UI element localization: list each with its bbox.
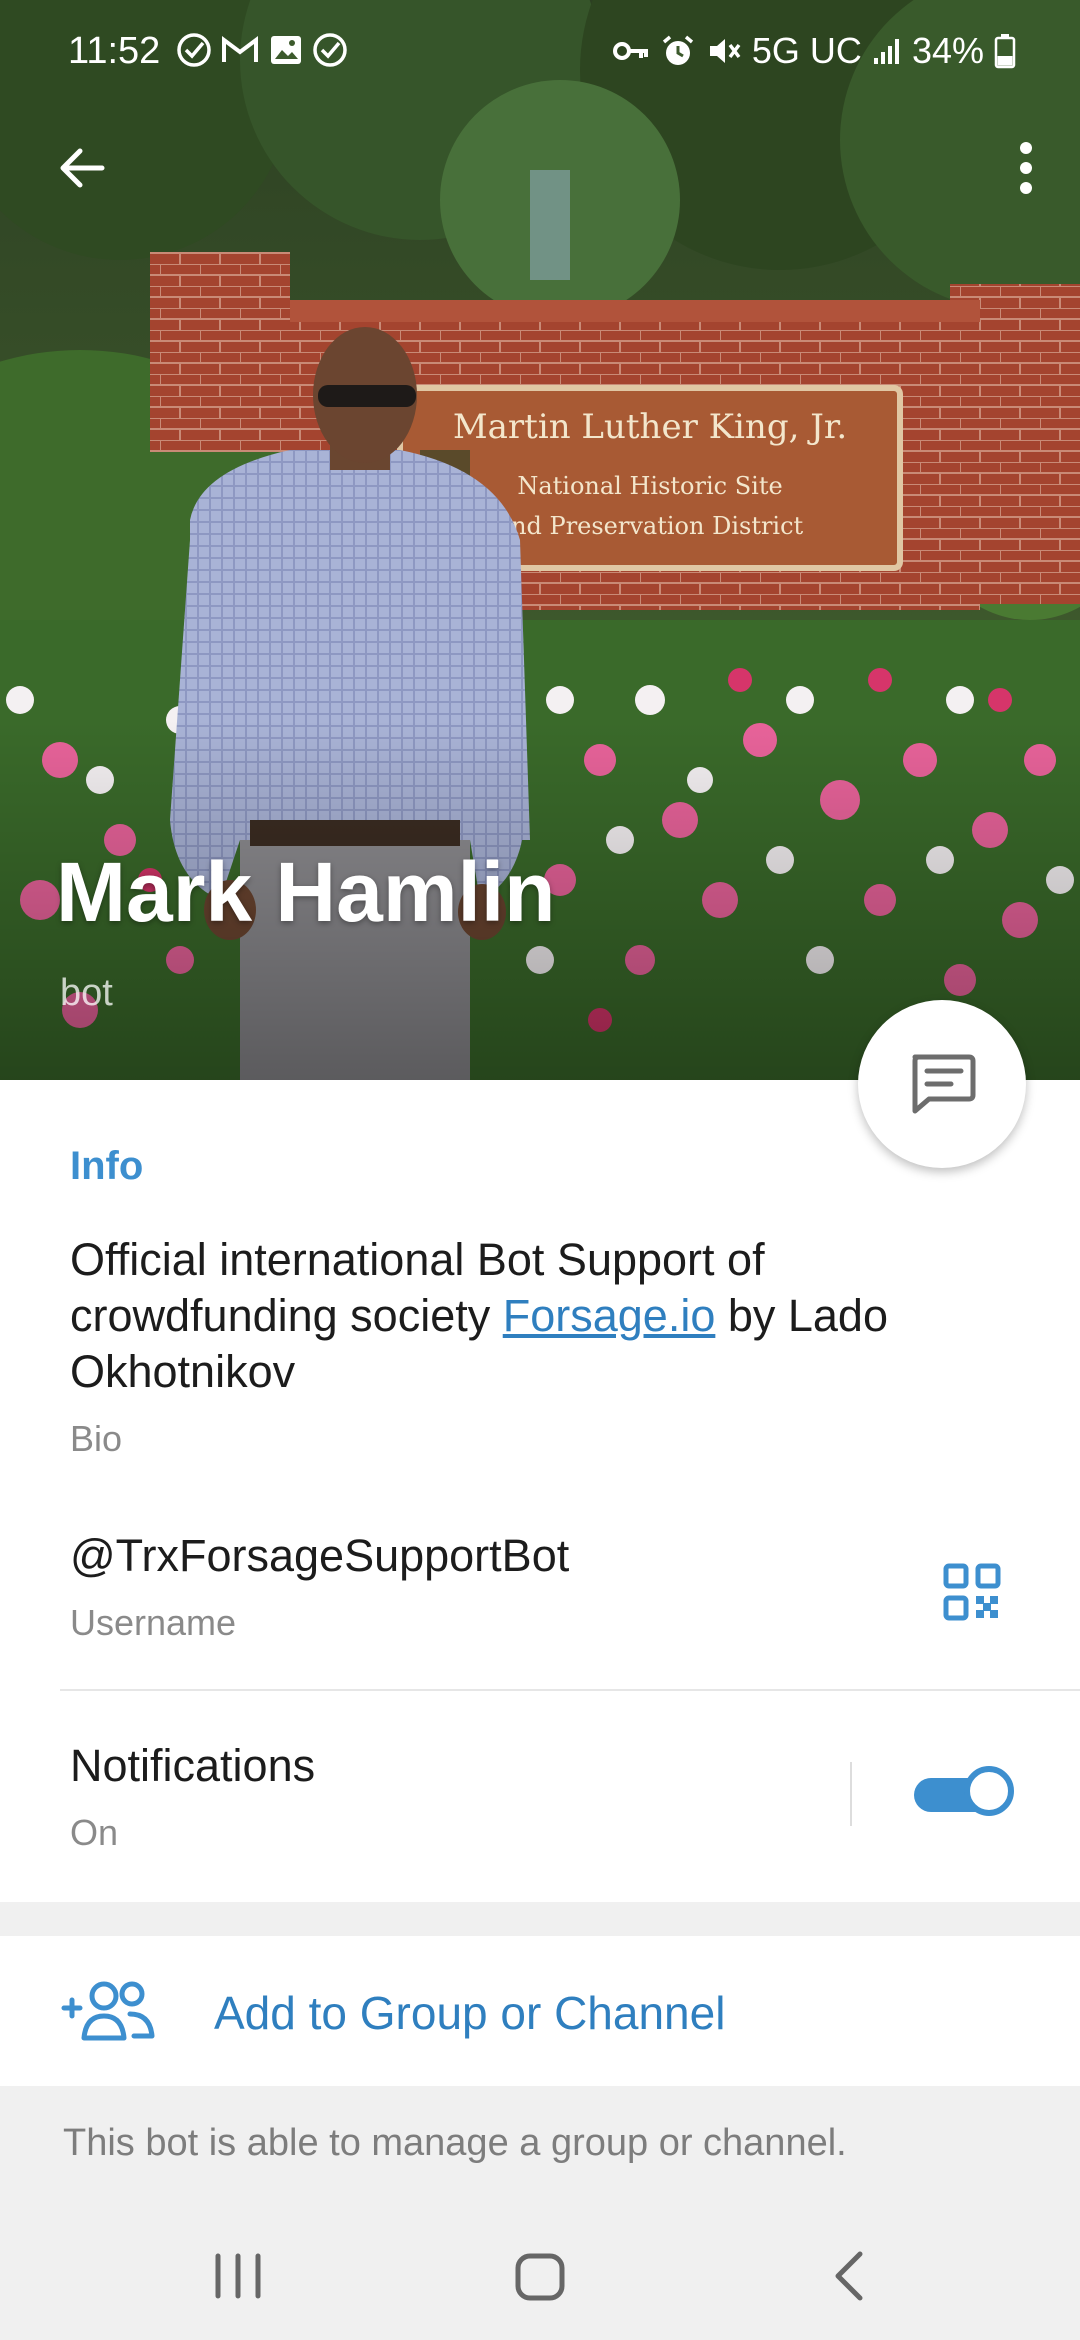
bio-text[interactable]: Official international Bot Support of cr… (70, 1232, 1030, 1400)
add-to-group-row[interactable]: Add to Group or Channel (0, 1936, 1080, 2086)
username-value[interactable]: @TrxForsageSupportBot (70, 1530, 569, 1582)
status-time: 11:52 (68, 30, 161, 72)
system-status: 5G UC 34% (612, 30, 1016, 72)
mute-icon (706, 33, 742, 69)
add-to-group-label: Add to Group or Channel (214, 1987, 726, 2039)
signal-icon (872, 36, 902, 66)
nav-recents-button[interactable] (210, 2246, 266, 2306)
alarm-icon (660, 33, 696, 69)
bio-caption: Bio (70, 1418, 123, 1459)
back-icon (835, 2251, 863, 2301)
vertical-divider (850, 1762, 852, 1826)
sign-line-2: National Historic Site (517, 472, 782, 500)
info-section-title: Info (70, 1144, 144, 1188)
bot-capability-note: This bot is able to manage a group or ch… (63, 2122, 847, 2164)
network-type: 5G UC (751, 30, 862, 71)
image-icon (268, 32, 304, 68)
gmail-icon (220, 32, 260, 68)
notifications-status: On (70, 1812, 119, 1853)
notifications-toggle[interactable] (914, 1764, 1018, 1824)
nav-home-button[interactable] (512, 2246, 568, 2306)
bio-link[interactable]: Forsage.io (503, 1290, 716, 1341)
profile-name: Mark Hamlin (56, 845, 556, 939)
sign-line-1: Martin Luther King, Jr. (453, 407, 847, 447)
username-caption: Username (70, 1602, 237, 1643)
home-icon (515, 2253, 565, 2301)
nav-back-button[interactable] (822, 2246, 878, 2306)
battery-icon (994, 33, 1016, 69)
sign-line-3: and Preservation District (497, 512, 804, 540)
check-circle-icon (176, 32, 212, 68)
info-section: Info Official international Bot Support … (0, 1080, 1080, 1902)
status-bar: 11:52 5G UC 34% (0, 0, 1080, 100)
profile-subtitle: bot (60, 972, 113, 1014)
qr-code-button[interactable] (932, 1552, 1012, 1632)
more-vert-icon (1020, 142, 1032, 194)
message-icon (912, 1054, 976, 1114)
vpn-key-icon (612, 36, 650, 66)
notifications-label[interactable]: Notifications (70, 1740, 315, 1792)
battery-percent: 34% (911, 30, 984, 71)
more-options-button[interactable] (994, 126, 1058, 210)
divider (60, 1689, 1080, 1691)
send-message-button[interactable] (858, 1000, 1026, 1168)
notification-icons (176, 32, 348, 68)
add-users-icon (61, 1981, 155, 2041)
system-nav-bar (0, 2210, 1080, 2340)
arrow-back-icon (60, 148, 105, 188)
back-button[interactable] (40, 126, 124, 210)
profile-screen: Martin Luther King, Jr. National Histori… (0, 0, 1080, 2340)
check-circle-icon (312, 32, 348, 68)
qr-code-icon (943, 1563, 1001, 1621)
toggle-knob (964, 1766, 1014, 1816)
recents-icon (215, 2253, 261, 2299)
